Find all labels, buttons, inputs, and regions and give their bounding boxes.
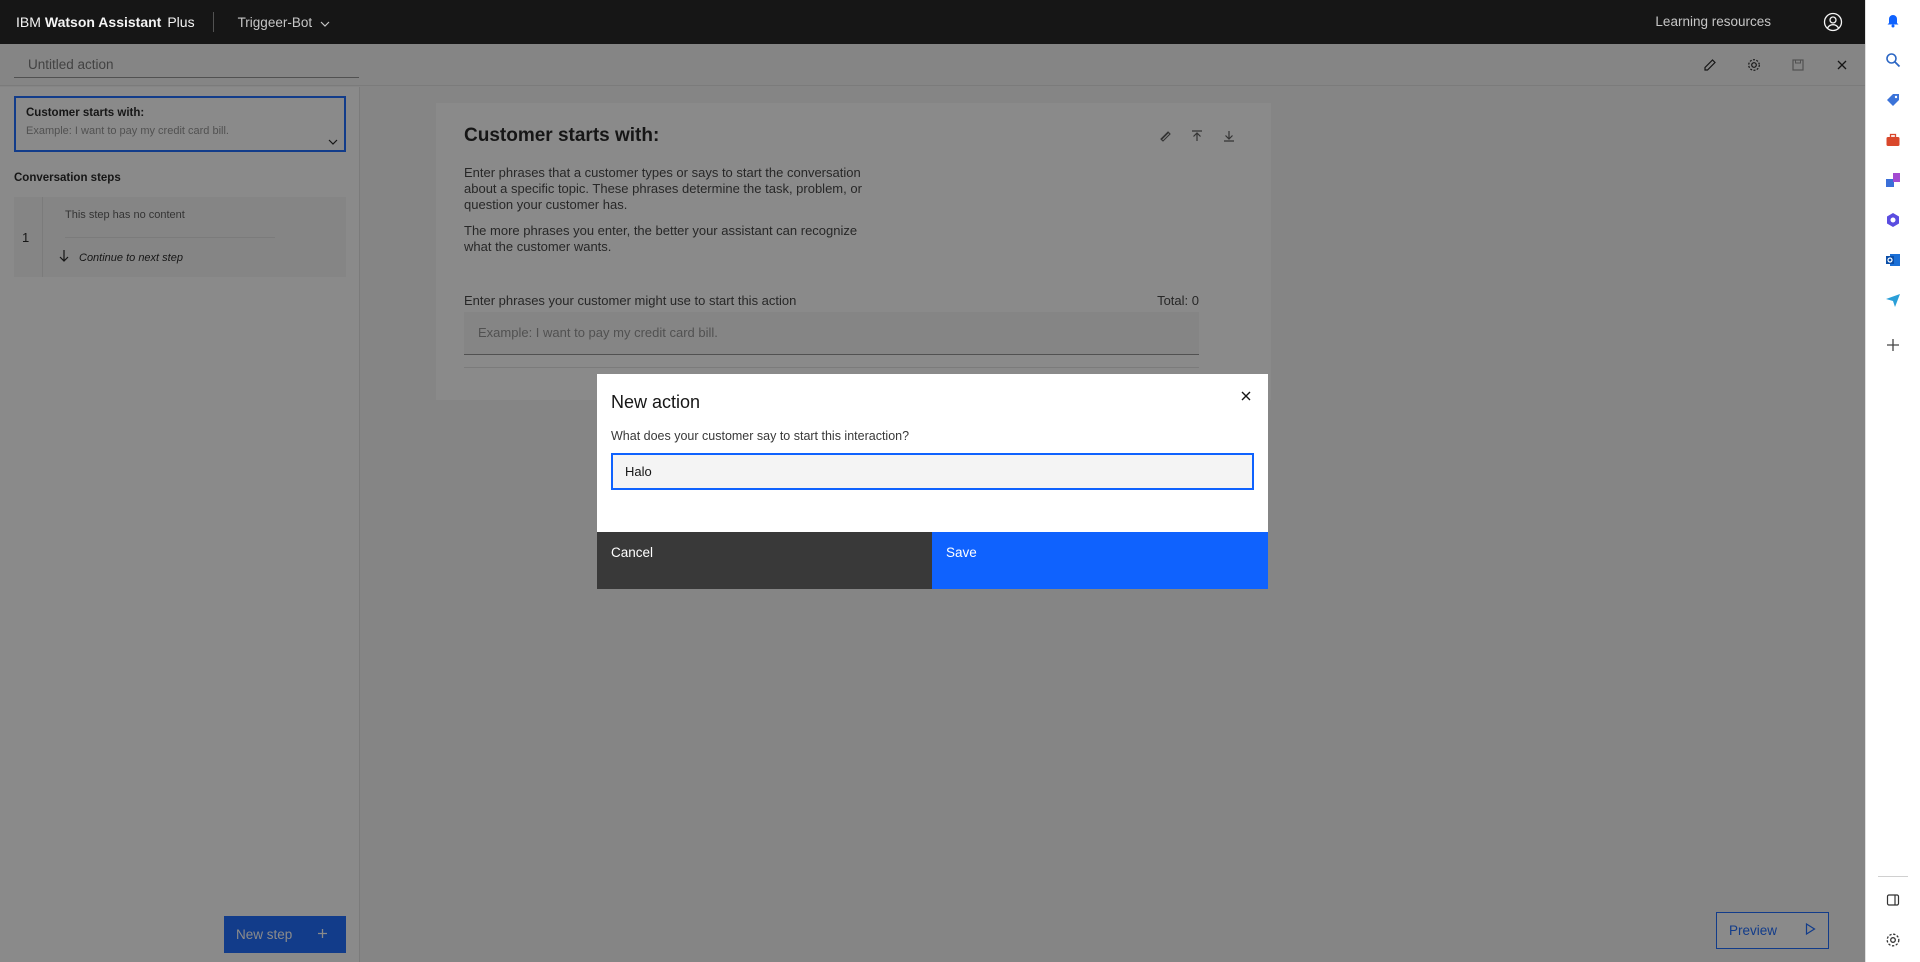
tools-icon[interactable]: [1883, 130, 1903, 150]
browser-sidebar: [1865, 0, 1920, 962]
search-icon[interactable]: [1883, 50, 1903, 70]
split-view-icon[interactable]: [1883, 890, 1903, 910]
new-action-modal: New action What does your customer say t…: [597, 374, 1268, 589]
brand-product: Watson Assistant: [44, 14, 162, 30]
modal-question: What does your customer say to start thi…: [611, 429, 910, 443]
chevron-down-icon: [320, 15, 330, 30]
cancel-button[interactable]: Cancel: [597, 532, 932, 589]
copilot-icon[interactable]: [1883, 210, 1903, 230]
save-button[interactable]: Save: [932, 532, 1268, 589]
header-divider: [212, 12, 214, 32]
learning-resources-link[interactable]: Learning resources: [1655, 14, 1771, 29]
send-icon[interactable]: [1883, 290, 1903, 310]
brand-ibm: IBM: [16, 14, 41, 30]
assistant-name: Triggeer-Bot: [237, 14, 313, 30]
notifications-icon[interactable]: [1883, 10, 1903, 30]
modal-title: New action: [611, 392, 701, 412]
outlook-icon[interactable]: [1883, 250, 1903, 270]
top-header: IBM Watson Assistant Plus Triggeer-Bot L…: [0, 0, 1865, 44]
games-icon[interactable]: [1883, 170, 1903, 190]
brand-plan: Plus: [167, 14, 195, 30]
user-avatar-icon[interactable]: [1823, 12, 1843, 32]
gear-icon[interactable]: [1883, 930, 1903, 950]
sidebar-divider: [1878, 876, 1908, 877]
customer-phrase-input[interactable]: Halo: [611, 453, 1254, 490]
product-brand[interactable]: IBM Watson Assistant Plus: [0, 0, 195, 44]
assistant-switcher[interactable]: Triggeer-Bot: [238, 15, 331, 30]
close-icon[interactable]: [1236, 386, 1256, 406]
shopping-tag-icon[interactable]: [1883, 90, 1903, 110]
add-icon[interactable]: [1883, 335, 1903, 355]
